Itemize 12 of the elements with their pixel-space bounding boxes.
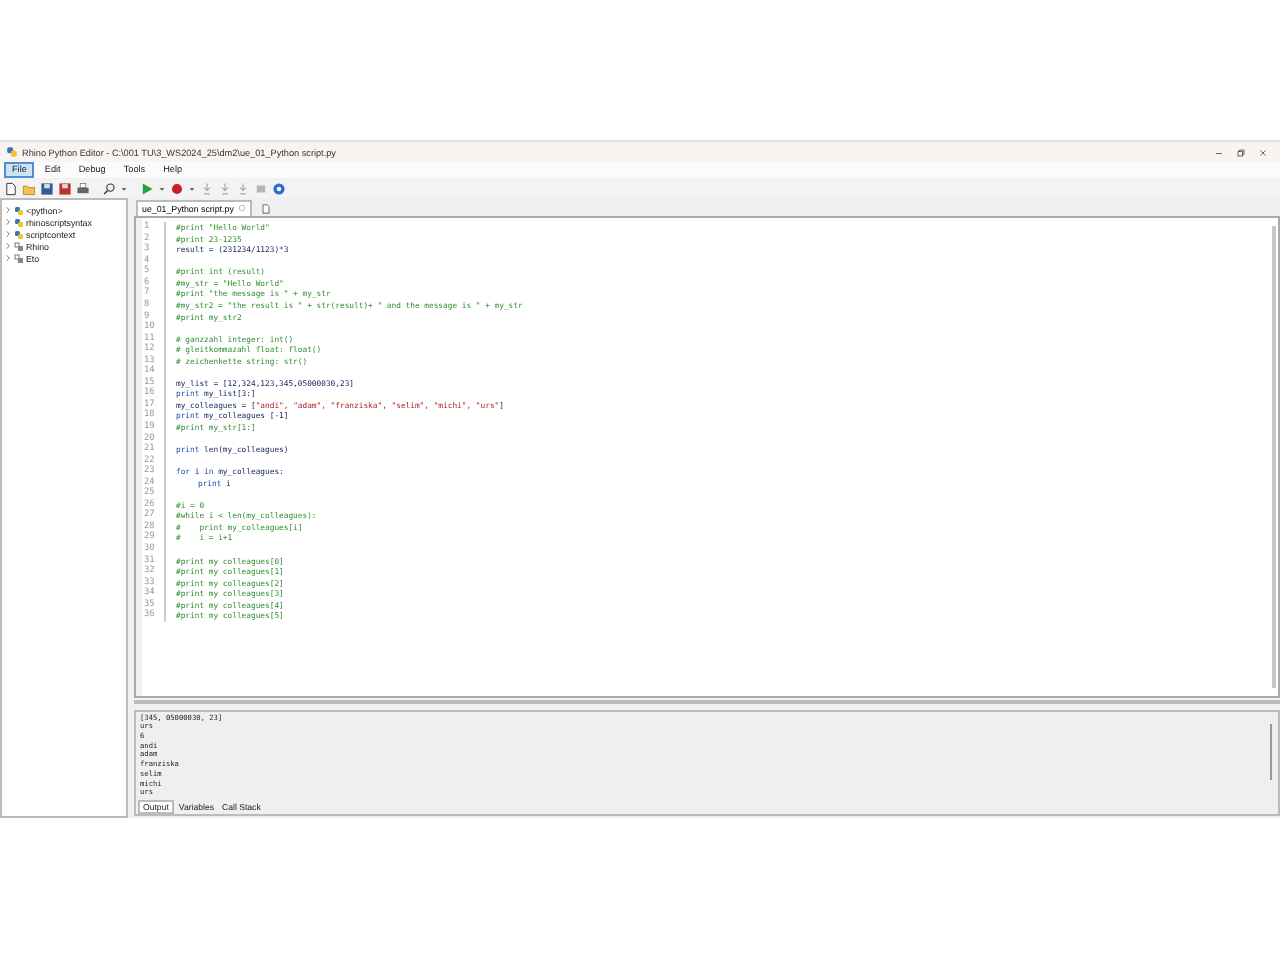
step-icon[interactable] [218, 181, 232, 195]
scrollbar[interactable] [1272, 225, 1276, 688]
python-icon [6, 146, 18, 158]
scrollbar[interactable] [1270, 723, 1272, 780]
circle-icon[interactable] [170, 181, 184, 195]
scrollbar[interactable] [134, 699, 1280, 704]
close-icon[interactable] [1258, 147, 1268, 157]
restore-icon[interactable] [1236, 147, 1246, 157]
code-editor[interactable] [134, 215, 1280, 698]
printer-icon[interactable] [76, 181, 90, 195]
step-icon[interactable] [236, 181, 250, 195]
search-icon[interactable] [102, 181, 116, 195]
